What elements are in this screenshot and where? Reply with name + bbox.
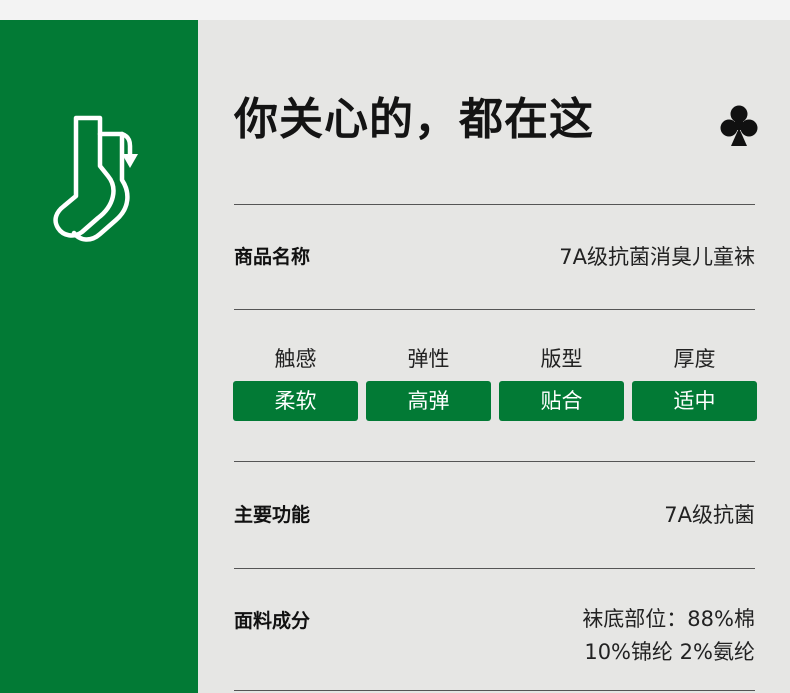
attribute-name: 触感	[274, 347, 317, 371]
divider	[234, 690, 755, 691]
attribute-name: 版型	[540, 347, 583, 371]
attribute-name: 厚度	[673, 347, 716, 371]
attribute-badge: 适中	[632, 381, 757, 421]
fabric-value-line2: 10%锦纶 2%氨纶	[584, 640, 755, 664]
top-strip	[0, 0, 790, 20]
attribute-badge: 贴合	[499, 381, 624, 421]
product-name-value: 7A级抗菌消臭儿童袜	[559, 245, 755, 269]
brand-side-panel	[0, 20, 198, 693]
product-name-label: 商品名称	[234, 246, 311, 268]
attribute-name: 弹性	[407, 347, 450, 371]
divider	[234, 309, 755, 310]
main-function-value: 7A级抗菌	[664, 503, 755, 527]
sock-recycle-icon	[53, 115, 138, 242]
divider	[234, 204, 755, 205]
divider	[234, 568, 755, 569]
product-info-card: 你关心的，都在这 商品名称 7A级抗菌消臭儿童袜 触感 弹性 版型 厚度 柔软 …	[198, 20, 790, 693]
fabric-value-line1: 袜底部位：88%棉	[582, 607, 755, 631]
page-title: 你关心的，都在这	[234, 94, 594, 145]
attribute-badge: 柔软	[233, 381, 358, 421]
main-function-label: 主要功能	[234, 504, 311, 526]
divider	[234, 461, 755, 462]
attribute-badge: 高弹	[366, 381, 491, 421]
fabric-label: 面料成分	[234, 610, 311, 632]
club-icon	[720, 105, 758, 146]
